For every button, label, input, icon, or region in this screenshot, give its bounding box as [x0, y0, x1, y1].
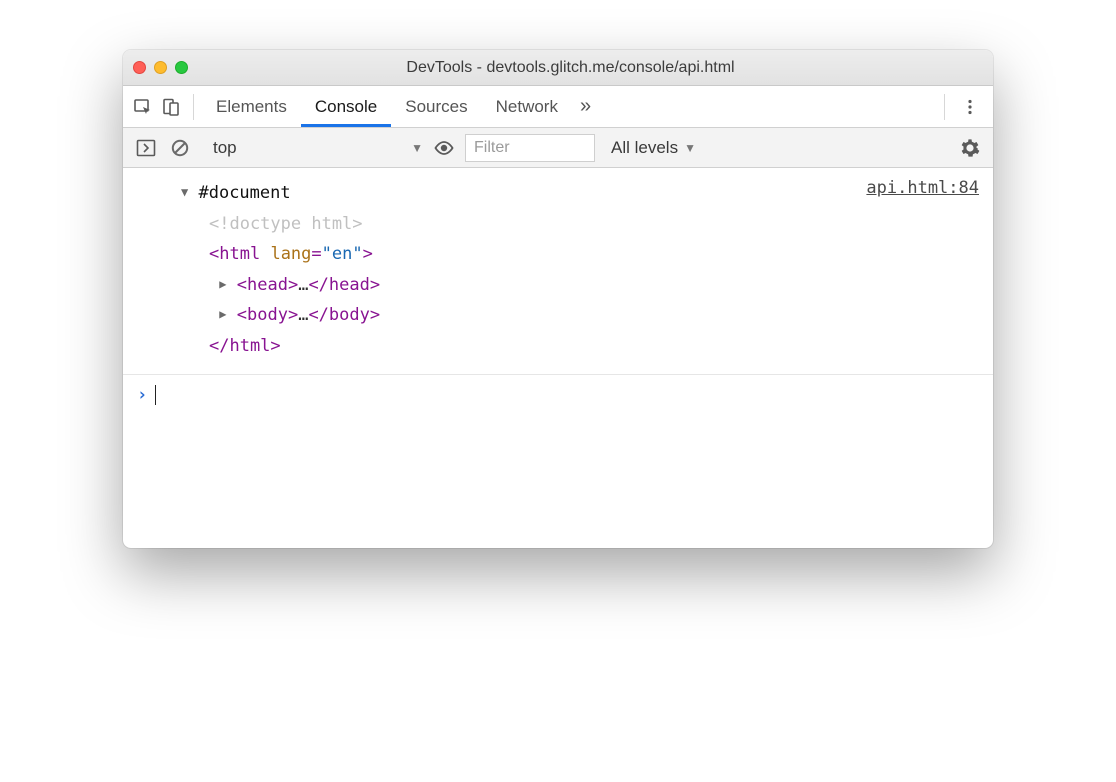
- console-prompt[interactable]: ›: [123, 375, 993, 415]
- more-options-icon[interactable]: [953, 98, 987, 116]
- head-node[interactable]: ▶ <head>…</head>: [137, 270, 866, 301]
- html-open-node[interactable]: <html lang="en">: [137, 239, 866, 270]
- separator: [944, 94, 945, 120]
- levels-label: All levels: [611, 138, 678, 158]
- clear-console-icon[interactable]: [167, 135, 193, 161]
- inspect-element-icon[interactable]: [129, 93, 157, 121]
- expand-triangle-icon[interactable]: ▶: [219, 307, 226, 321]
- dom-tree[interactable]: ▼ #document <!doctype html> <html lang="…: [137, 178, 866, 362]
- text-cursor: [155, 385, 156, 405]
- console-message: ▼ #document <!doctype html> <html lang="…: [123, 168, 993, 375]
- tab-console[interactable]: Console: [301, 86, 391, 127]
- close-window-button[interactable]: [133, 61, 146, 74]
- live-expression-icon[interactable]: [431, 135, 457, 161]
- tabs-overflow-button[interactable]: »: [572, 86, 599, 127]
- context-label: top: [213, 138, 237, 158]
- panel-tabs: Elements Console Sources Network »: [123, 86, 993, 128]
- prompt-chevron-icon: ›: [137, 385, 147, 405]
- toggle-sidebar-icon[interactable]: [133, 135, 159, 161]
- filter-input[interactable]: [465, 134, 595, 162]
- dropdown-triangle-icon: ▼: [684, 141, 696, 155]
- device-toolbar-icon[interactable]: [157, 93, 185, 121]
- html-close-node: </html>: [137, 331, 866, 362]
- devtools-window: DevTools - devtools.glitch.me/console/ap…: [123, 50, 993, 548]
- dropdown-triangle-icon: ▼: [411, 141, 423, 155]
- window-title: DevTools - devtools.glitch.me/console/ap…: [158, 59, 983, 77]
- console-toolbar: top ▼ All levels ▼: [123, 128, 993, 168]
- expand-triangle-icon[interactable]: ▶: [219, 277, 226, 291]
- body-node[interactable]: ▶ <body>…</body>: [137, 300, 866, 331]
- tab-network[interactable]: Network: [482, 86, 572, 127]
- execution-context-selector[interactable]: top ▼: [213, 138, 423, 158]
- doctype-node: <!doctype html>: [137, 209, 866, 240]
- document-node[interactable]: #document: [198, 183, 290, 203]
- source-link[interactable]: api.html:84: [866, 178, 979, 198]
- console-settings-icon[interactable]: [957, 135, 983, 161]
- console-output: ▼ #document <!doctype html> <html lang="…: [123, 168, 993, 548]
- separator: [193, 94, 194, 120]
- titlebar: DevTools - devtools.glitch.me/console/ap…: [123, 50, 993, 86]
- log-levels-selector[interactable]: All levels ▼: [611, 138, 696, 158]
- tab-elements[interactable]: Elements: [202, 86, 301, 127]
- expand-triangle-icon[interactable]: ▼: [181, 185, 188, 199]
- tab-sources[interactable]: Sources: [391, 86, 481, 127]
